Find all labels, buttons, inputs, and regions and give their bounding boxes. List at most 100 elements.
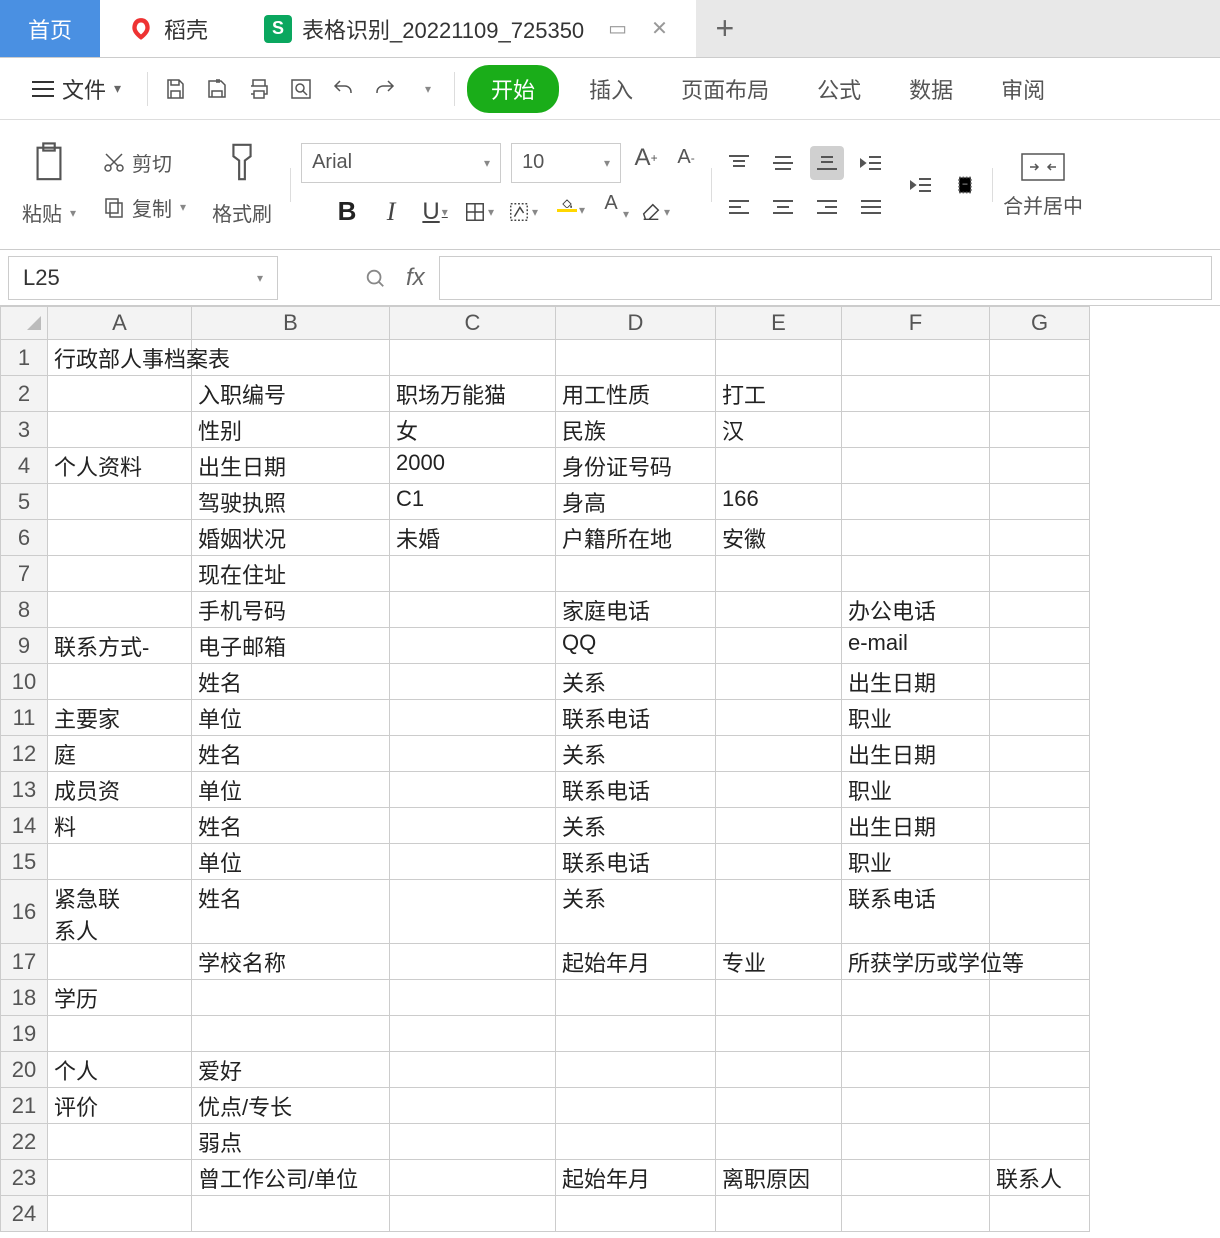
cell[interactable] <box>192 1196 390 1232</box>
cell[interactable]: 姓名 <box>192 808 390 844</box>
row-header[interactable]: 21 <box>0 1088 48 1124</box>
file-menu[interactable]: 文件 ▾ <box>18 67 135 111</box>
row-header[interactable]: 2 <box>0 376 48 412</box>
row-header[interactable]: 9 <box>0 628 48 664</box>
undo-icon[interactable] <box>328 74 358 104</box>
cell[interactable]: 手机号码 <box>192 592 390 628</box>
borders-button[interactable]: ▾ <box>464 197 494 227</box>
cell[interactable]: 主要家 <box>48 700 192 736</box>
save-icon[interactable] <box>160 74 190 104</box>
cell[interactable] <box>990 484 1090 520</box>
cell[interactable] <box>990 412 1090 448</box>
cell[interactable] <box>990 772 1090 808</box>
cell[interactable] <box>556 1124 716 1160</box>
cell[interactable] <box>990 1196 1090 1232</box>
cell[interactable] <box>842 1016 990 1052</box>
cell[interactable] <box>990 1016 1090 1052</box>
cell[interactable] <box>842 1160 990 1196</box>
cell[interactable] <box>990 376 1090 412</box>
cell[interactable] <box>990 736 1090 772</box>
cell[interactable]: 出生日期 <box>192 448 390 484</box>
expand-formula-icon[interactable] <box>358 261 392 295</box>
row-header[interactable]: 18 <box>0 980 48 1016</box>
bold-button[interactable]: B <box>332 197 362 227</box>
cell[interactable] <box>842 980 990 1016</box>
cell[interactable] <box>990 808 1090 844</box>
orientation-icon[interactable] <box>948 168 982 202</box>
align-top-icon[interactable] <box>722 146 756 180</box>
cell[interactable]: 学历 <box>48 980 192 1016</box>
align-left-icon[interactable] <box>722 190 756 224</box>
cell[interactable] <box>842 1088 990 1124</box>
cell[interactable] <box>842 1196 990 1232</box>
align-justify-icon[interactable] <box>854 190 888 224</box>
quick-access-more[interactable]: ▾ <box>412 74 442 104</box>
cell[interactable] <box>390 772 556 808</box>
cell[interactable]: 安徽 <box>716 520 842 556</box>
cell[interactable]: 料 <box>48 808 192 844</box>
cell[interactable] <box>842 556 990 592</box>
col-header-A[interactable]: A <box>48 306 192 340</box>
cell[interactable]: 职场万能猫 <box>390 376 556 412</box>
cell[interactable] <box>556 556 716 592</box>
cell[interactable] <box>842 412 990 448</box>
cell[interactable]: 起始年月 <box>556 1160 716 1196</box>
cell[interactable] <box>990 592 1090 628</box>
cell[interactable] <box>716 1016 842 1052</box>
cell[interactable] <box>192 980 390 1016</box>
cell[interactable]: 行政部人事档案表 <box>48 340 192 376</box>
cell[interactable] <box>716 980 842 1016</box>
cell[interactable]: 联系电话 <box>842 880 990 944</box>
cell[interactable] <box>390 592 556 628</box>
cell[interactable] <box>390 556 556 592</box>
row-header[interactable]: 10 <box>0 664 48 700</box>
cell[interactable]: 紧急联 系人 <box>48 880 192 944</box>
cell[interactable] <box>556 980 716 1016</box>
cell[interactable]: 民族 <box>556 412 716 448</box>
cell[interactable] <box>390 628 556 664</box>
cell[interactable]: 汉 <box>716 412 842 448</box>
cell[interactable]: 单位 <box>192 700 390 736</box>
name-box[interactable]: L25▾ <box>8 256 278 300</box>
cell[interactable] <box>842 484 990 520</box>
print-preview-icon[interactable] <box>286 74 316 104</box>
cell[interactable] <box>716 844 842 880</box>
cell[interactable]: 办公电话 <box>842 592 990 628</box>
cell[interactable] <box>48 1124 192 1160</box>
cell[interactable]: 个人 <box>48 1052 192 1088</box>
cell[interactable] <box>716 1088 842 1124</box>
cell[interactable] <box>716 700 842 736</box>
cell[interactable]: 起始年月 <box>556 944 716 980</box>
cell[interactable] <box>48 412 192 448</box>
cell[interactable] <box>990 1088 1090 1124</box>
row-header[interactable]: 3 <box>0 412 48 448</box>
row-header[interactable]: 17 <box>0 944 48 980</box>
save-as-icon[interactable] <box>202 74 232 104</box>
cell[interactable] <box>48 844 192 880</box>
cell[interactable] <box>48 376 192 412</box>
cell[interactable]: 出生日期 <box>842 736 990 772</box>
cell[interactable] <box>716 880 842 944</box>
cell[interactable] <box>48 664 192 700</box>
cell[interactable] <box>390 844 556 880</box>
cell[interactable]: 爱好 <box>192 1052 390 1088</box>
col-header-B[interactable]: B <box>192 306 390 340</box>
row-header[interactable]: 12 <box>0 736 48 772</box>
font-color-button[interactable]: A▾ <box>596 197 626 227</box>
cell[interactable]: 职业 <box>842 844 990 880</box>
cell[interactable] <box>390 1160 556 1196</box>
cell[interactable]: 所获学历或学位等 <box>842 944 990 980</box>
cell[interactable]: 户籍所在地 <box>556 520 716 556</box>
cell[interactable] <box>990 944 1090 980</box>
cell[interactable]: 联系电话 <box>556 700 716 736</box>
cell[interactable] <box>390 1016 556 1052</box>
cell[interactable] <box>556 1196 716 1232</box>
present-icon[interactable]: ▭ <box>608 16 627 41</box>
cell[interactable] <box>716 1124 842 1160</box>
cell[interactable] <box>390 1196 556 1232</box>
row-header[interactable]: 5 <box>0 484 48 520</box>
menu-data[interactable]: 数据 <box>891 73 971 105</box>
cell[interactable] <box>716 556 842 592</box>
tab-docer[interactable]: 稻壳 <box>100 0 236 57</box>
cell[interactable]: 驾驶执照 <box>192 484 390 520</box>
